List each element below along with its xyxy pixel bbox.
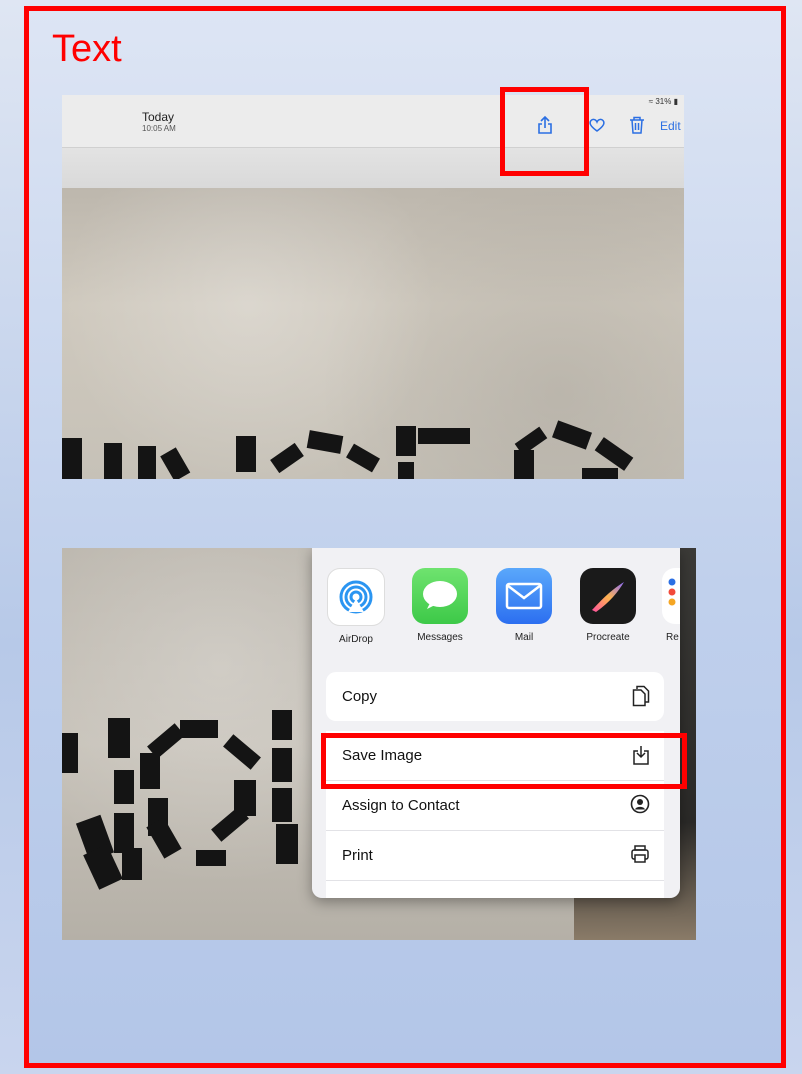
share-app-label: Messages bbox=[417, 632, 463, 643]
share-app-label: Mail bbox=[514, 632, 534, 643]
more-icon bbox=[636, 891, 650, 898]
copy-action[interactable]: Copy bbox=[326, 672, 664, 721]
photos-screenshot: Today 10:05 AM ≈ 31% ▮ Edit bbox=[62, 95, 684, 479]
share-app-label: AirDrop bbox=[339, 634, 373, 645]
print-icon bbox=[630, 844, 650, 869]
copy-icon bbox=[632, 685, 650, 712]
assign-contact-label: Assign to Contact bbox=[342, 797, 460, 814]
share-sheet: AirDrop Messages Mail Procreate Re Copy … bbox=[312, 548, 680, 898]
share-app-label: Re bbox=[666, 632, 679, 643]
reminders-icon bbox=[662, 568, 680, 624]
photos-toolbar: Today 10:05 AM ≈ 31% ▮ Edit bbox=[62, 95, 684, 148]
mail-icon bbox=[496, 568, 552, 624]
copy-group: Copy bbox=[326, 672, 664, 721]
messages-icon bbox=[412, 568, 468, 624]
share-app-procreate[interactable]: Procreate bbox=[578, 568, 638, 643]
contact-icon bbox=[630, 794, 650, 819]
heart-icon[interactable] bbox=[588, 117, 606, 138]
dominoes-image-2 bbox=[62, 710, 298, 890]
dominoes-image bbox=[62, 420, 634, 479]
share-app-airdrop[interactable]: AirDrop bbox=[326, 568, 386, 645]
share-app-mail[interactable]: Mail bbox=[494, 568, 554, 643]
trash-icon[interactable] bbox=[628, 115, 646, 140]
wifi-icon: ≈ bbox=[648, 97, 654, 106]
save-image-highlight bbox=[321, 733, 687, 789]
share-button-highlight bbox=[500, 87, 589, 176]
photo-date: Today bbox=[142, 110, 175, 124]
share-apps-row: AirDrop Messages Mail Procreate Re bbox=[326, 568, 680, 652]
edit-button[interactable]: Edit bbox=[660, 119, 681, 133]
more-action-partial[interactable] bbox=[326, 881, 664, 898]
battery-percent: 31% bbox=[655, 97, 672, 106]
battery-status: ≈ 31% ▮ bbox=[649, 97, 678, 106]
print-label: Print bbox=[342, 847, 373, 864]
print-action[interactable]: Print bbox=[326, 831, 664, 881]
airdrop-icon bbox=[327, 568, 385, 626]
photo-top-strip bbox=[62, 148, 684, 188]
photo-time: 10:05 AM bbox=[142, 124, 176, 133]
share-app-reminders[interactable]: Re bbox=[662, 568, 680, 643]
copy-label: Copy bbox=[342, 688, 378, 705]
procreate-icon bbox=[580, 568, 636, 624]
battery-icon: ▮ bbox=[673, 97, 678, 106]
share-app-label: Procreate bbox=[586, 632, 630, 643]
slide-title: Text bbox=[52, 28, 122, 70]
domino-photo bbox=[62, 188, 684, 479]
share-app-messages[interactable]: Messages bbox=[410, 568, 470, 643]
